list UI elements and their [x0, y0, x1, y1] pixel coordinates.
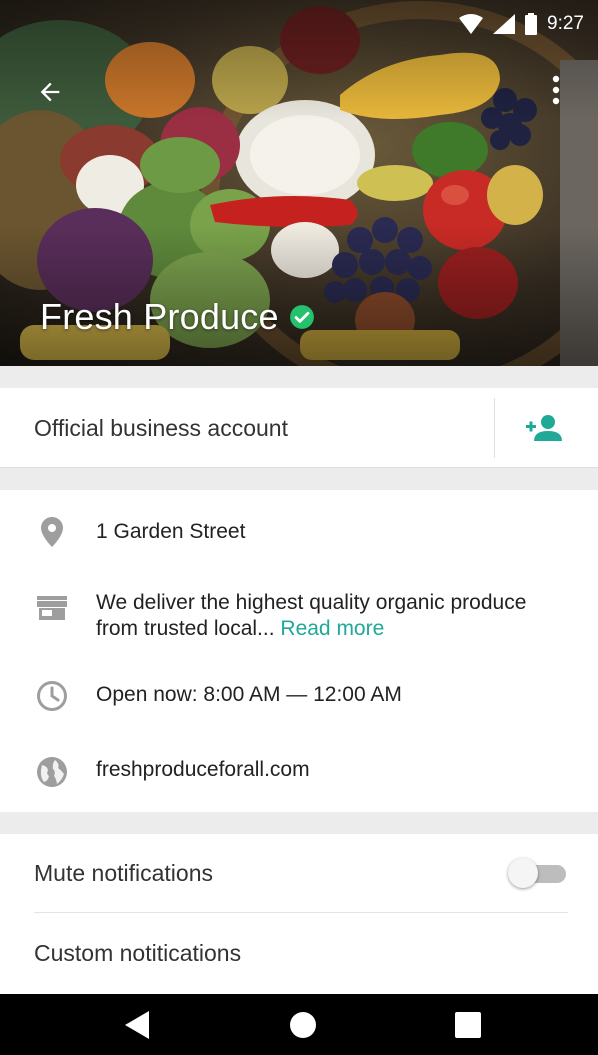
- custom-notifications-row[interactable]: Custom notitications: [0, 914, 598, 992]
- mute-notifications-label: Mute notifications: [34, 860, 213, 886]
- location-pin-icon: [34, 514, 70, 550]
- mute-notifications-row[interactable]: Mute notifications: [0, 834, 598, 912]
- system-nav-bar: [0, 994, 598, 1055]
- wifi-icon: [459, 14, 484, 34]
- mute-notifications-toggle[interactable]: [508, 858, 570, 888]
- signal-icon: [493, 14, 516, 34]
- overflow-menu-button[interactable]: [534, 68, 578, 112]
- nav-back-icon: [125, 1010, 149, 1039]
- back-button[interactable]: [28, 70, 72, 114]
- arrow-back-icon: [40, 82, 60, 102]
- nav-home-button[interactable]: [263, 994, 343, 1055]
- globe-icon: [34, 754, 70, 790]
- business-account-card: Official business account: [0, 388, 598, 468]
- status-bar: 9:27: [398, 0, 598, 48]
- business-name-heading: Fresh Produce: [40, 296, 315, 338]
- notification-settings-card: Mute notifications Custom notitications: [0, 834, 598, 994]
- nav-recents-button[interactable]: [428, 994, 508, 1055]
- store-icon: [34, 590, 70, 626]
- status-time: 9:27: [547, 13, 584, 34]
- description-text: We deliver the highest quality organic p…: [96, 590, 566, 642]
- toggle-thumb: [508, 858, 538, 888]
- nav-home-icon: [290, 1011, 316, 1038]
- nav-recents-icon: [455, 1011, 481, 1038]
- settings-divider: [34, 912, 568, 913]
- business-info-card: 1 Garden Street We deliver the highest q…: [0, 490, 598, 812]
- profile-header: 9:27 Fresh Produce: [0, 0, 598, 366]
- read-more-link[interactable]: Read more: [280, 617, 384, 640]
- add-person-icon: [526, 415, 562, 441]
- more-vert-icon: [552, 75, 560, 105]
- add-contact-button[interactable]: [516, 400, 572, 456]
- official-business-label: Official business account: [34, 415, 288, 441]
- business-name: Fresh Produce: [40, 296, 279, 337]
- clock-icon: [34, 678, 70, 714]
- battery-icon: [525, 13, 538, 35]
- address-text: 1 Garden Street: [96, 520, 246, 543]
- custom-notifications-label: Custom notitications: [34, 940, 242, 966]
- verified-check-icon: [289, 305, 314, 329]
- account-divider: [494, 398, 495, 458]
- hours-text: Open now: 8:00 AM — 12:00 AM: [96, 683, 402, 706]
- nav-back-button[interactable]: [98, 994, 178, 1055]
- website-link[interactable]: freshproduceforall.com: [96, 757, 566, 783]
